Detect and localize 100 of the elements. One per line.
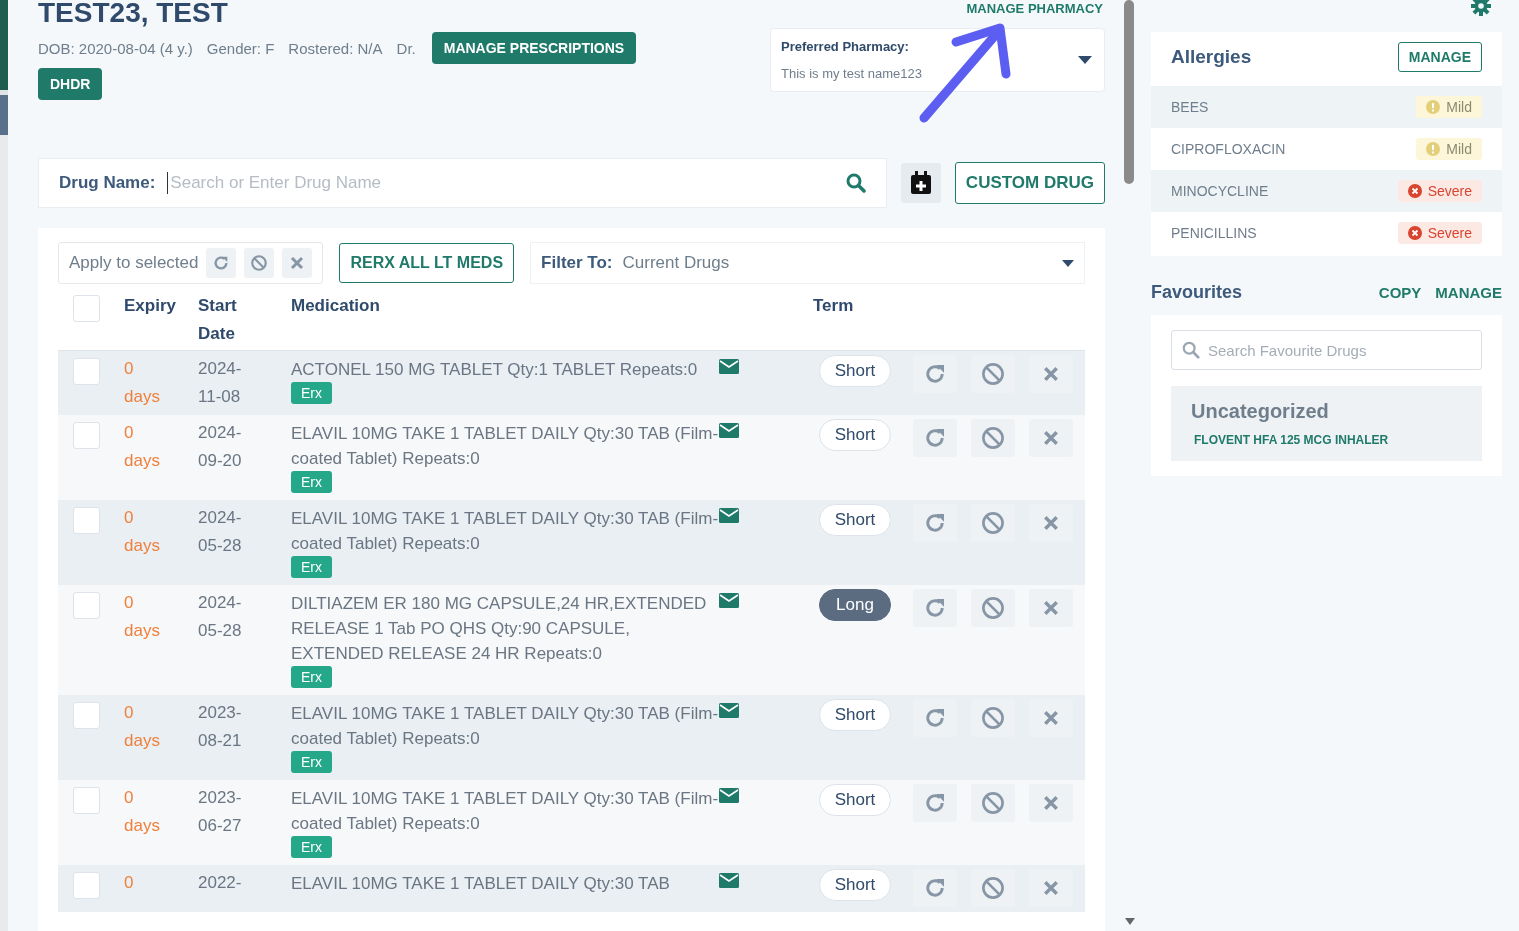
refresh-icon[interactable] <box>913 355 957 393</box>
envelope-icon <box>719 593 739 608</box>
column-header: Term <box>813 295 855 317</box>
close-icon[interactable] <box>1029 504 1073 542</box>
manage-prescriptions-button[interactable]: MANAGE PRESCRIPTIONS <box>431 32 637 64</box>
drug-search-bar[interactable]: Drug Name: Search or Enter Drug Name <box>38 158 887 208</box>
medication-row[interactable]: 0 days 2024-05-28 ELAVIL 10MG TAKE 1 TABLET DAILY Qty:30 TAB (Film-coated Tablet) Repeats:0 Erx Short <box>58 500 1085 585</box>
refresh-icon[interactable] <box>913 699 957 737</box>
calendar-add-button[interactable] <box>900 163 941 203</box>
block-icon[interactable] <box>971 784 1015 822</box>
block-icon[interactable] <box>971 419 1015 457</box>
severity-badge: Severe <box>1397 222 1482 244</box>
calendar-plus-icon <box>909 171 932 195</box>
medication-text: ELAVIL 10MG TAKE 1 TABLET DAILY Qty:30 TAB (Film-coated Tablet) Repeats:0 <box>291 508 719 555</box>
erx-tag: Erx <box>291 471 332 493</box>
row-checkbox[interactable] <box>73 872 100 899</box>
block-icon[interactable] <box>971 504 1015 542</box>
favourite-drug-link[interactable]: FLOVENT HFA 125 MCG INHALER <box>1194 433 1462 447</box>
close-icon[interactable] <box>1029 355 1073 393</box>
refresh-icon[interactable] <box>913 784 957 822</box>
close-icon[interactable] <box>1029 869 1073 907</box>
term-pill[interactable]: Short <box>819 504 891 536</box>
medication-text: ELAVIL 10MG TAKE 1 TABLET DAILY Qty:30 TAB (Film-coated Tablet) Repeats:0 <box>291 788 719 835</box>
medication-row[interactable]: 0 days 2023-08-21 ELAVIL 10MG TAKE 1 TABLET DAILY Qty:30 TAB (Film-coated Tablet) Repeats:0 Erx Short <box>58 695 1085 780</box>
close-icon[interactable] <box>1029 784 1073 822</box>
start-date-text: 2024-11-08 <box>198 358 243 408</box>
refresh-icon[interactable] <box>913 589 957 627</box>
allergy-name: BEES <box>1171 99 1209 115</box>
medication-row[interactable]: 0 days 2023-06-27 ELAVIL 10MG TAKE 1 TABLET DAILY Qty:30 TAB (Film-coated Tablet) Repeats:0 Erx Short <box>58 780 1085 865</box>
start-date-text: 2024-05-28 <box>198 507 243 557</box>
close-icon[interactable] <box>1029 589 1073 627</box>
medication-row[interactable]: 0 2022- ELAVIL 10MG TAKE 1 TABLET DAILY Qty:30 TAB Short <box>58 865 1085 912</box>
column-header: Medication <box>291 295 381 317</box>
allergy-name: PENICILLINS <box>1171 225 1257 241</box>
manage-pharmacy-link[interactable]: MANAGE PHARMACY <box>966 1 1103 16</box>
severity-badge: Mild <box>1416 96 1482 118</box>
scroll-down-icon[interactable] <box>1125 918 1135 925</box>
refresh-icon[interactable] <box>913 504 957 542</box>
gender-text: Gender: F <box>206 39 275 57</box>
manage-allergies-button[interactable]: MANAGE <box>1397 42 1482 72</box>
block-icon[interactable] <box>971 699 1015 737</box>
row-checkbox[interactable] <box>73 422 100 449</box>
expiry-text: 0 days <box>124 422 161 472</box>
start-date-text: 2023-06-27 <box>198 787 243 837</box>
apply-to-selected-label: Apply to selected <box>69 253 199 273</box>
favourites-action-link[interactable]: COPY <box>1378 284 1422 301</box>
block-icon[interactable] <box>971 589 1015 627</box>
start-date-text: 2022- <box>198 872 243 894</box>
drug-name-label: Drug Name: <box>59 173 156 193</box>
row-checkbox[interactable] <box>73 358 100 385</box>
refresh-icon[interactable] <box>206 248 237 278</box>
pharmacy-dropdown[interactable]: Preferred Pharmacy: This is my test name123 <box>770 28 1105 92</box>
close-icon[interactable] <box>1029 699 1073 737</box>
start-date-text: 2024-09-20 <box>198 422 243 472</box>
row-checkbox[interactable] <box>73 507 100 534</box>
close-icon[interactable] <box>282 248 313 278</box>
row-checkbox[interactable] <box>73 787 100 814</box>
select-all-checkbox[interactable] <box>73 295 100 322</box>
row-checkbox[interactable] <box>73 592 100 619</box>
dhdr-button[interactable]: DHDR <box>38 68 103 100</box>
settings-icon[interactable] <box>1471 0 1491 16</box>
term-pill[interactable]: Short <box>819 869 891 901</box>
block-icon[interactable] <box>971 869 1015 907</box>
medication-row[interactable]: 0 days 2024-11-08 ACTONEL 150 MG TABLET Qty:1 TABLET Repeats:0 Erx Short <box>58 351 1085 415</box>
favourite-search-box[interactable]: Search Favourite Drugs <box>1171 330 1482 370</box>
term-pill[interactable]: Long <box>819 589 891 621</box>
allergies-title: Allergies <box>1171 46 1252 68</box>
medication-text: ACTONEL 150 MG TABLET Qty:1 TABLET Repeats:0 <box>291 359 699 381</box>
group-title: Uncategorized <box>1191 400 1330 423</box>
filter-dropdown[interactable]: Filter To: Current Drugs <box>530 242 1085 284</box>
envelope-icon <box>719 703 739 718</box>
scrollbar-thumb[interactable] <box>1124 0 1134 184</box>
caret-icon <box>1078 56 1092 64</box>
envelope-icon <box>719 423 739 438</box>
erx-tag: Erx <box>291 556 332 578</box>
rerx-all-button[interactable]: RERX ALL LT MEDS <box>339 243 515 283</box>
caret-icon <box>1062 259 1074 267</box>
medication-row[interactable]: 0 days 2024-05-28 DILTIAZEM ER 180 MG CAPSULE,24 HR,EXTENDED RELEASE 1 Tab PO QHS Qty:90 CAPSULE, EXTENDED RELEASE 24 HR Repeats:0 Erx Long <box>58 585 1085 695</box>
term-pill[interactable]: Short <box>819 355 891 387</box>
block-icon[interactable] <box>971 355 1015 393</box>
close-icon[interactable] <box>1029 419 1073 457</box>
doctor-text: Dr. <box>396 39 416 57</box>
favourites-action-link[interactable]: MANAGE <box>1435 284 1502 301</box>
column-header: Start Date <box>198 295 238 345</box>
custom-drug-button[interactable]: CUSTOM DRUG <box>954 162 1105 204</box>
refresh-icon[interactable] <box>913 869 957 907</box>
expiry-text: 0 days <box>124 592 161 642</box>
medication-text: ELAVIL 10MG TAKE 1 TABLET DAILY Qty:30 TAB <box>291 873 671 895</box>
term-pill[interactable]: Short <box>819 784 891 816</box>
row-checkbox[interactable] <box>73 702 100 729</box>
search-icon <box>845 173 866 193</box>
allergy-name: MINOCYCLINE <box>1171 183 1269 199</box>
term-pill[interactable]: Short <box>819 419 891 451</box>
refresh-icon[interactable] <box>913 419 957 457</box>
expiry-text: 0 days <box>124 507 161 557</box>
medication-row[interactable]: 0 days 2024-09-20 ELAVIL 10MG TAKE 1 TABLET DAILY Qty:30 TAB (Film-coated Tablet) Repeats:0 Erx Short <box>58 415 1085 500</box>
term-pill[interactable]: Short <box>819 699 891 731</box>
patient-name: TEST23, TEST <box>38 0 228 26</box>
dob-text: DOB: 2020-08-04 (4 y.) <box>38 39 193 57</box>
block-icon[interactable] <box>244 248 275 278</box>
